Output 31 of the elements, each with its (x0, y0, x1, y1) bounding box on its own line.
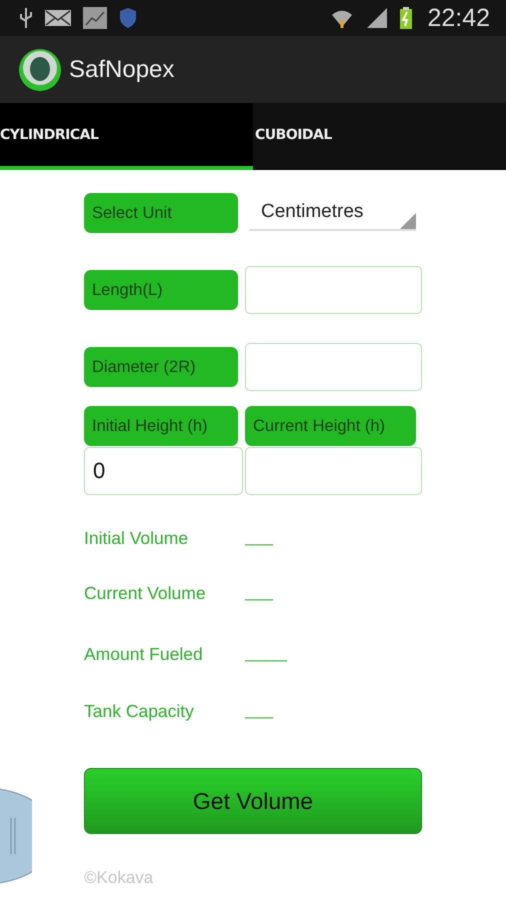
input-field[interactable] (245, 343, 422, 391)
caret-icon (400, 213, 416, 229)
copyright-text: ©Kokava (84, 868, 154, 888)
result-value: ____ (245, 703, 273, 719)
field-label: Length(L) (84, 270, 238, 310)
app-title: SafNopex (69, 56, 174, 84)
result-value: ____ (245, 585, 273, 601)
field-label: Diameter (2R) (84, 347, 238, 387)
shield-icon (118, 6, 138, 30)
battery-icon (399, 6, 414, 30)
chart-icon (82, 6, 108, 30)
status-time: 22:42 (427, 4, 490, 32)
field-label: Current Height (h) (245, 406, 416, 446)
tab[interactable]: CYLINDRICAL (0, 103, 253, 170)
usb-icon (18, 6, 34, 30)
result-value: ____ (245, 530, 273, 546)
input-field[interactable]: 0 (84, 447, 243, 495)
input-field[interactable] (245, 266, 422, 314)
result-label: Amount Fueled (84, 644, 204, 664)
unit-label: Select Unit (84, 193, 238, 233)
signal-icon (365, 6, 390, 30)
field-label: Initial Height (h) (84, 406, 238, 446)
app-logo-icon (19, 48, 61, 90)
get-volume-button[interactable]: Get Volume (84, 768, 422, 834)
unit-dropdown[interactable]: Centimetres (249, 195, 416, 231)
result-label: Initial Volume (84, 528, 190, 548)
result-label: Tank Capacity (84, 700, 195, 722)
result-label: Current Volume (84, 582, 207, 604)
floating-handle[interactable] (0, 788, 32, 884)
result-value: ______ (245, 646, 287, 662)
input-field[interactable] (245, 447, 422, 495)
